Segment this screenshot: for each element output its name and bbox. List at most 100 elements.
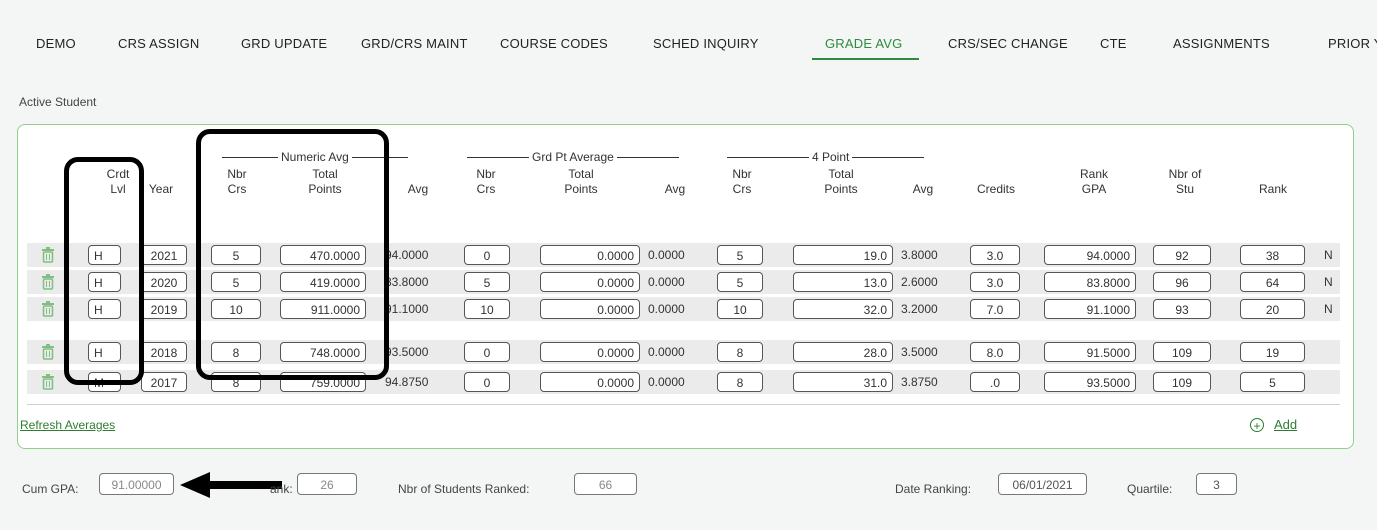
numeric-nbr-crs-field[interactable]: 10: [211, 299, 261, 319]
row-flag: N: [1324, 302, 1333, 316]
4pt-total-points-field[interactable]: 19.0: [793, 245, 893, 265]
numeric-nbr-crs-field[interactable]: 8: [211, 342, 261, 362]
numeric-total-points-field[interactable]: 470.0000: [280, 245, 366, 265]
tab-sched-inquiry[interactable]: SCHED INQUIRY: [653, 36, 759, 51]
4pt-total-points-field[interactable]: 32.0: [793, 299, 893, 319]
credits-field[interactable]: .0: [970, 372, 1020, 392]
credits-field[interactable]: 3.0: [970, 245, 1020, 265]
rank-field[interactable]: 20: [1240, 299, 1305, 319]
tab-cte[interactable]: CTE: [1100, 36, 1127, 51]
nbr-students-ranked-label: Nbr of Students Ranked:: [398, 482, 530, 496]
cum-gpa-field[interactable]: 91.00000: [99, 473, 174, 495]
credits-field[interactable]: 3.0: [970, 272, 1020, 292]
4pt-total-points-field[interactable]: 13.0: [793, 272, 893, 292]
group-numeric-avg-label: Numeric Avg: [281, 150, 349, 164]
tab-crs-assign[interactable]: CRS ASSIGN: [118, 36, 199, 51]
crdt-lvl-field[interactable]: H: [88, 272, 121, 292]
add-label: Add: [1274, 417, 1298, 432]
header-nbr-of-stu: Nbr of Stu: [1168, 167, 1202, 196]
rank-gpa-field[interactable]: 91.5000: [1044, 342, 1136, 362]
trash-icon[interactable]: [41, 274, 55, 290]
header-grdpt-nbr-crs: Nbr Crs: [476, 167, 496, 196]
rank-gpa-field[interactable]: 83.8000: [1044, 272, 1136, 292]
grdpt-nbr-crs-field[interactable]: 0: [464, 372, 510, 392]
numeric-nbr-crs-field[interactable]: 5: [211, 272, 261, 292]
nbr-of-stu-field[interactable]: 109: [1153, 372, 1211, 392]
grdpt-avg-value: 0.0000: [648, 248, 685, 262]
tab-prior-year[interactable]: PRIOR Y: [1328, 36, 1377, 51]
rank-field-footer[interactable]: 26: [297, 473, 357, 495]
numeric-nbr-crs-field[interactable]: 5: [211, 245, 261, 265]
crdt-lvl-field[interactable]: H: [88, 245, 121, 265]
rank-gpa-field[interactable]: 94.0000: [1044, 245, 1136, 265]
tab-grade-avg[interactable]: GRADE AVG: [825, 36, 902, 51]
add-button[interactable]: + Add: [1250, 417, 1298, 433]
grdpt-total-points-field[interactable]: 0.0000: [540, 372, 640, 392]
crdt-lvl-field[interactable]: H: [88, 299, 121, 319]
tab-grd-update[interactable]: GRD UPDATE: [241, 36, 327, 51]
grdpt-total-points-field[interactable]: 0.0000: [540, 299, 640, 319]
grdpt-total-points-field[interactable]: 0.0000: [540, 245, 640, 265]
numeric-total-points-field[interactable]: 759.0000: [280, 372, 366, 392]
4pt-nbr-crs-field[interactable]: 8: [717, 372, 763, 392]
tab-assignments[interactable]: ASSIGNMENTS: [1173, 36, 1270, 51]
grdpt-nbr-crs-field[interactable]: 5: [464, 272, 510, 292]
grdpt-total-points-field[interactable]: 0.0000: [540, 342, 640, 362]
grdpt-total-points-field[interactable]: 0.0000: [540, 272, 640, 292]
year-field[interactable]: 2021: [141, 245, 187, 265]
numeric-total-points-field[interactable]: 911.0000: [280, 299, 366, 319]
nbr-students-ranked-field[interactable]: 66: [574, 473, 637, 495]
grdpt-avg-value: 0.0000: [648, 302, 685, 316]
tab-grd-crs-maint[interactable]: GRD/CRS MAINT: [361, 36, 468, 51]
refresh-averages-link[interactable]: Refresh Averages: [20, 418, 115, 432]
tab-course-codes[interactable]: COURSE CODES: [500, 36, 608, 51]
header-grdpt-avg: Avg: [664, 182, 686, 196]
4pt-total-points-field[interactable]: 28.0: [793, 342, 893, 362]
4pt-avg-value: 3.8750: [901, 375, 938, 389]
4pt-total-points-field[interactable]: 31.0: [793, 372, 893, 392]
quartile-field[interactable]: 3: [1196, 473, 1237, 495]
trash-icon[interactable]: [41, 247, 55, 263]
header-rank: Rank: [1258, 182, 1287, 196]
rank-field[interactable]: 38: [1240, 245, 1305, 265]
rank-field[interactable]: 64: [1240, 272, 1305, 292]
nbr-of-stu-field[interactable]: 96: [1153, 272, 1211, 292]
tab-crs-sec-change[interactable]: CRS/SEC CHANGE: [948, 36, 1068, 51]
4pt-nbr-crs-field[interactable]: 5: [717, 272, 763, 292]
crdt-lvl-field[interactable]: M: [88, 372, 121, 392]
grdpt-nbr-crs-field[interactable]: 0: [464, 342, 510, 362]
numeric-nbr-crs-field[interactable]: 8: [211, 372, 261, 392]
rank-field[interactable]: 5: [1240, 372, 1305, 392]
date-ranking-field[interactable]: 06/01/2021: [998, 473, 1087, 495]
numeric-total-points-field[interactable]: 748.0000: [280, 342, 366, 362]
tab-demo[interactable]: DEMO: [36, 36, 76, 51]
credits-field[interactable]: 7.0: [970, 299, 1020, 319]
4pt-avg-value: 2.6000: [901, 275, 938, 289]
credits-field[interactable]: 8.0: [970, 342, 1020, 362]
trash-icon[interactable]: [41, 344, 55, 360]
group-numeric-avg: Numeric Avg: [222, 150, 408, 164]
header-4pt-nbr-crs: Nbr Crs: [732, 167, 752, 196]
rank-gpa-field[interactable]: 93.5000: [1044, 372, 1136, 392]
quartile-label: Quartile:: [1127, 482, 1173, 496]
rank-gpa-field[interactable]: 91.1000: [1044, 299, 1136, 319]
grdpt-nbr-crs-field[interactable]: 10: [464, 299, 510, 319]
year-field[interactable]: 2018: [141, 342, 187, 362]
4pt-nbr-crs-field[interactable]: 8: [717, 342, 763, 362]
nbr-of-stu-field[interactable]: 92: [1153, 245, 1211, 265]
grdpt-nbr-crs-field[interactable]: 0: [464, 245, 510, 265]
grdpt-avg-value: 0.0000: [648, 275, 685, 289]
trash-icon[interactable]: [41, 301, 55, 317]
year-field[interactable]: 2017: [141, 372, 187, 392]
header-credits: Credits: [976, 182, 1015, 196]
4pt-nbr-crs-field[interactable]: 5: [717, 245, 763, 265]
crdt-lvl-field[interactable]: H: [88, 342, 121, 362]
year-field[interactable]: 2019: [141, 299, 187, 319]
numeric-total-points-field[interactable]: 419.0000: [280, 272, 366, 292]
4pt-nbr-crs-field[interactable]: 10: [717, 299, 763, 319]
nbr-of-stu-field[interactable]: 93: [1153, 299, 1211, 319]
rank-field[interactable]: 19: [1240, 342, 1305, 362]
year-field[interactable]: 2020: [141, 272, 187, 292]
nbr-of-stu-field[interactable]: 109: [1153, 342, 1211, 362]
trash-icon[interactable]: [41, 374, 55, 390]
